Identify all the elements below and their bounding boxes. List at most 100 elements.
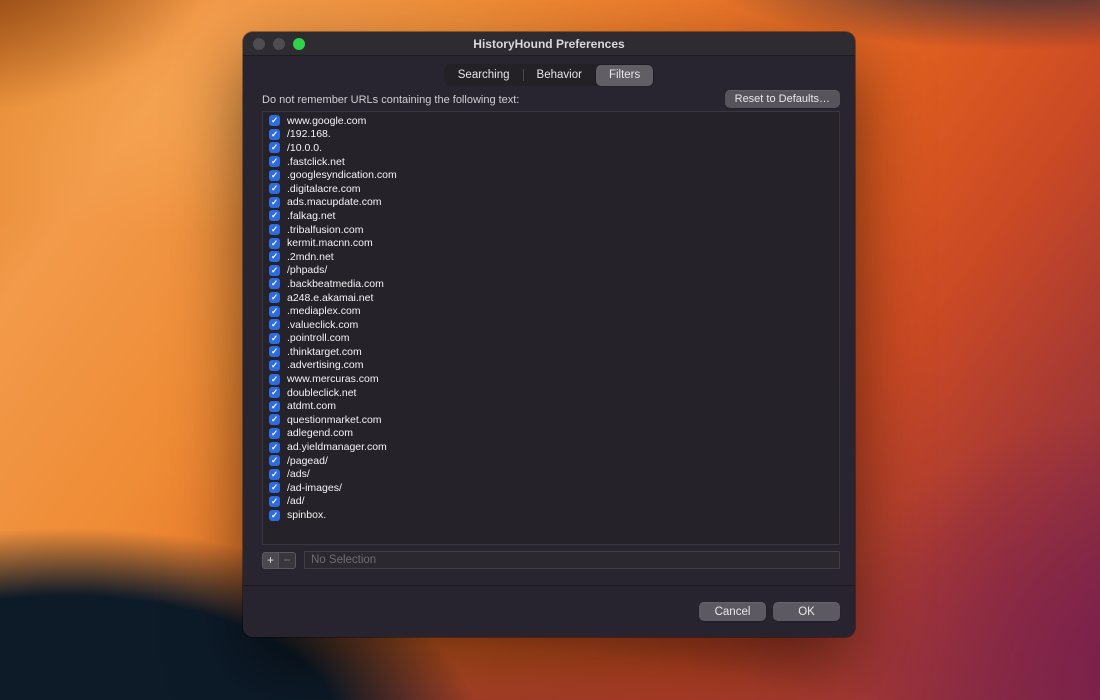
filter-row[interactable]: ✓ /phpads/ <box>263 264 839 278</box>
filter-checkbox[interactable]: ✓ <box>269 183 280 194</box>
filter-label: atdmt.com <box>287 400 336 412</box>
filter-row[interactable]: ✓ atdmt.com <box>263 399 839 413</box>
filter-row[interactable]: ✓ .fastclick.net <box>263 155 839 169</box>
tab-searching[interactable]: Searching <box>445 65 523 86</box>
filter-label: /ad/ <box>287 495 305 507</box>
filter-checkbox[interactable]: ✓ <box>269 251 280 262</box>
filter-checkbox[interactable]: ✓ <box>269 360 280 371</box>
filter-row[interactable]: ✓ /192.168. <box>263 128 839 142</box>
filter-row[interactable]: ✓/10.0.0. <box>263 141 839 155</box>
filter-label: .pointroll.com <box>287 332 349 344</box>
filter-row[interactable]: ✓ /ad-images/ <box>263 481 839 495</box>
filter-row[interactable]: ✓ questionmarket.com <box>263 413 839 427</box>
filter-checkbox[interactable]: ✓ <box>269 374 280 385</box>
filter-label: spinbox. <box>287 509 326 521</box>
filter-label: /ads/ <box>287 468 310 480</box>
add-remove-stepper: + − <box>262 552 296 569</box>
ok-button[interactable]: OK <box>773 602 840 621</box>
add-filter-button[interactable]: + <box>262 552 279 569</box>
filter-row[interactable]: ✓.thinktarget.com <box>263 345 839 359</box>
filter-checkbox[interactable]: ✓ <box>269 306 280 317</box>
filter-label: /phpads/ <box>287 264 327 276</box>
filter-label: ads.macupdate.com <box>287 196 382 208</box>
filter-row[interactable]: ✓.googlesyndication.com <box>263 168 839 182</box>
filter-label: .valueclick.com <box>287 319 358 331</box>
filter-label: www.google.com <box>287 115 366 127</box>
filter-checkbox[interactable]: ✓ <box>269 414 280 425</box>
filter-label: .advertising.com <box>287 359 363 371</box>
filter-checkbox[interactable]: ✓ <box>269 469 280 480</box>
filter-row[interactable]: ✓ spinbox. <box>263 508 839 522</box>
filter-label: .fastclick.net <box>287 156 345 168</box>
filter-row[interactable]: ✓/pagead/ <box>263 454 839 468</box>
filter-label: www.mercuras.com <box>287 373 379 385</box>
filter-row[interactable]: ✓ ads.macupdate.com <box>263 196 839 210</box>
filter-label: .digitalacre.com <box>287 183 361 195</box>
window-close-button[interactable] <box>253 38 265 50</box>
filter-label: /192.168. <box>287 128 331 140</box>
filter-checkbox[interactable]: ✓ <box>269 442 280 453</box>
filter-row[interactable]: ✓ /ads/ <box>263 467 839 481</box>
filter-row[interactable]: ✓ .digitalacre.com <box>263 182 839 196</box>
tab-behavior[interactable]: Behavior <box>524 65 595 86</box>
filter-checkbox[interactable]: ✓ <box>269 129 280 140</box>
filter-checkbox[interactable]: ✓ <box>269 238 280 249</box>
filter-checkbox[interactable]: ✓ <box>269 170 280 181</box>
window-title: HistoryHound Preferences <box>473 37 624 51</box>
filter-checkbox[interactable]: ✓ <box>269 210 280 221</box>
filter-label: .backbeatmedia.com <box>287 278 384 290</box>
filter-row[interactable]: ✓ adlegend.com <box>263 427 839 441</box>
filter-row[interactable]: ✓ .advertising.com <box>263 359 839 373</box>
filter-checkbox[interactable]: ✓ <box>269 265 280 276</box>
filter-row[interactable]: ✓ .pointroll.com <box>263 332 839 346</box>
filter-row[interactable]: ✓ /ad/ <box>263 495 839 509</box>
filter-row[interactable]: ✓ a248.e.akamai.net <box>263 291 839 305</box>
filter-checkbox[interactable]: ✓ <box>269 197 280 208</box>
filter-checkbox[interactable]: ✓ <box>269 401 280 412</box>
filter-row[interactable]: ✓ ad.yieldmanager.com <box>263 440 839 454</box>
filter-checkbox[interactable]: ✓ <box>269 142 280 153</box>
filter-checkbox[interactable]: ✓ <box>269 455 280 466</box>
filter-row[interactable]: ✓.2mdn.net <box>263 250 839 264</box>
filter-row[interactable]: ✓ www.google.com <box>263 114 839 128</box>
filter-checkbox[interactable]: ✓ <box>269 224 280 235</box>
window-zoom-button[interactable] <box>293 38 305 50</box>
window-minimize-button[interactable] <box>273 38 285 50</box>
filter-checkbox[interactable]: ✓ <box>269 115 280 126</box>
filter-row[interactable]: ✓ .valueclick.com <box>263 318 839 332</box>
filter-checkbox[interactable]: ✓ <box>269 292 280 303</box>
filter-checkbox[interactable]: ✓ <box>269 156 280 167</box>
selection-field[interactable] <box>304 551 840 569</box>
filter-row[interactable]: ✓.mediaplex.com <box>263 304 839 318</box>
filters-header: Do not remember URLs containing the foll… <box>262 90 840 108</box>
filter-checkbox[interactable]: ✓ <box>269 482 280 493</box>
filter-row[interactable]: ✓doubleclick.net <box>263 386 839 400</box>
filter-label: a248.e.akamai.net <box>287 292 373 304</box>
filter-checkbox[interactable]: ✓ <box>269 428 280 439</box>
filter-label: adlegend.com <box>287 427 353 439</box>
filter-checkbox[interactable]: ✓ <box>269 278 280 289</box>
filter-checkbox[interactable]: ✓ <box>269 333 280 344</box>
filter-label: /ad-images/ <box>287 482 342 494</box>
filter-row[interactable]: ✓.tribalfusion.com <box>263 223 839 237</box>
filter-row[interactable]: ✓ www.mercuras.com <box>263 372 839 386</box>
filter-label: .falkag.net <box>287 210 335 222</box>
reset-to-defaults-button[interactable]: Reset to Defaults… <box>725 90 840 108</box>
filter-row[interactable]: ✓ .falkag.net <box>263 209 839 223</box>
preferences-window: HistoryHound Preferences Searching Behav… <box>243 32 855 637</box>
filter-label: questionmarket.com <box>287 414 382 426</box>
filter-list[interactable]: ✓www.google.com✓/192.168.✓/10.0.0.✓.fast… <box>262 111 840 545</box>
remove-filter-button[interactable]: − <box>279 552 296 569</box>
window-titlebar[interactable]: HistoryHound Preferences <box>243 32 855 56</box>
filter-checkbox[interactable]: ✓ <box>269 387 280 398</box>
filter-checkbox[interactable]: ✓ <box>269 510 280 521</box>
filter-label: kermit.macnn.com <box>287 237 373 249</box>
filter-label: ad.yieldmanager.com <box>287 441 387 453</box>
filter-checkbox[interactable]: ✓ <box>269 496 280 507</box>
tab-filters[interactable]: Filters <box>596 65 653 86</box>
filter-row[interactable]: ✓ kermit.macnn.com <box>263 236 839 250</box>
filter-checkbox[interactable]: ✓ <box>269 319 280 330</box>
filter-checkbox[interactable]: ✓ <box>269 346 280 357</box>
cancel-button[interactable]: Cancel <box>699 602 766 621</box>
filter-row[interactable]: ✓ .backbeatmedia.com <box>263 277 839 291</box>
